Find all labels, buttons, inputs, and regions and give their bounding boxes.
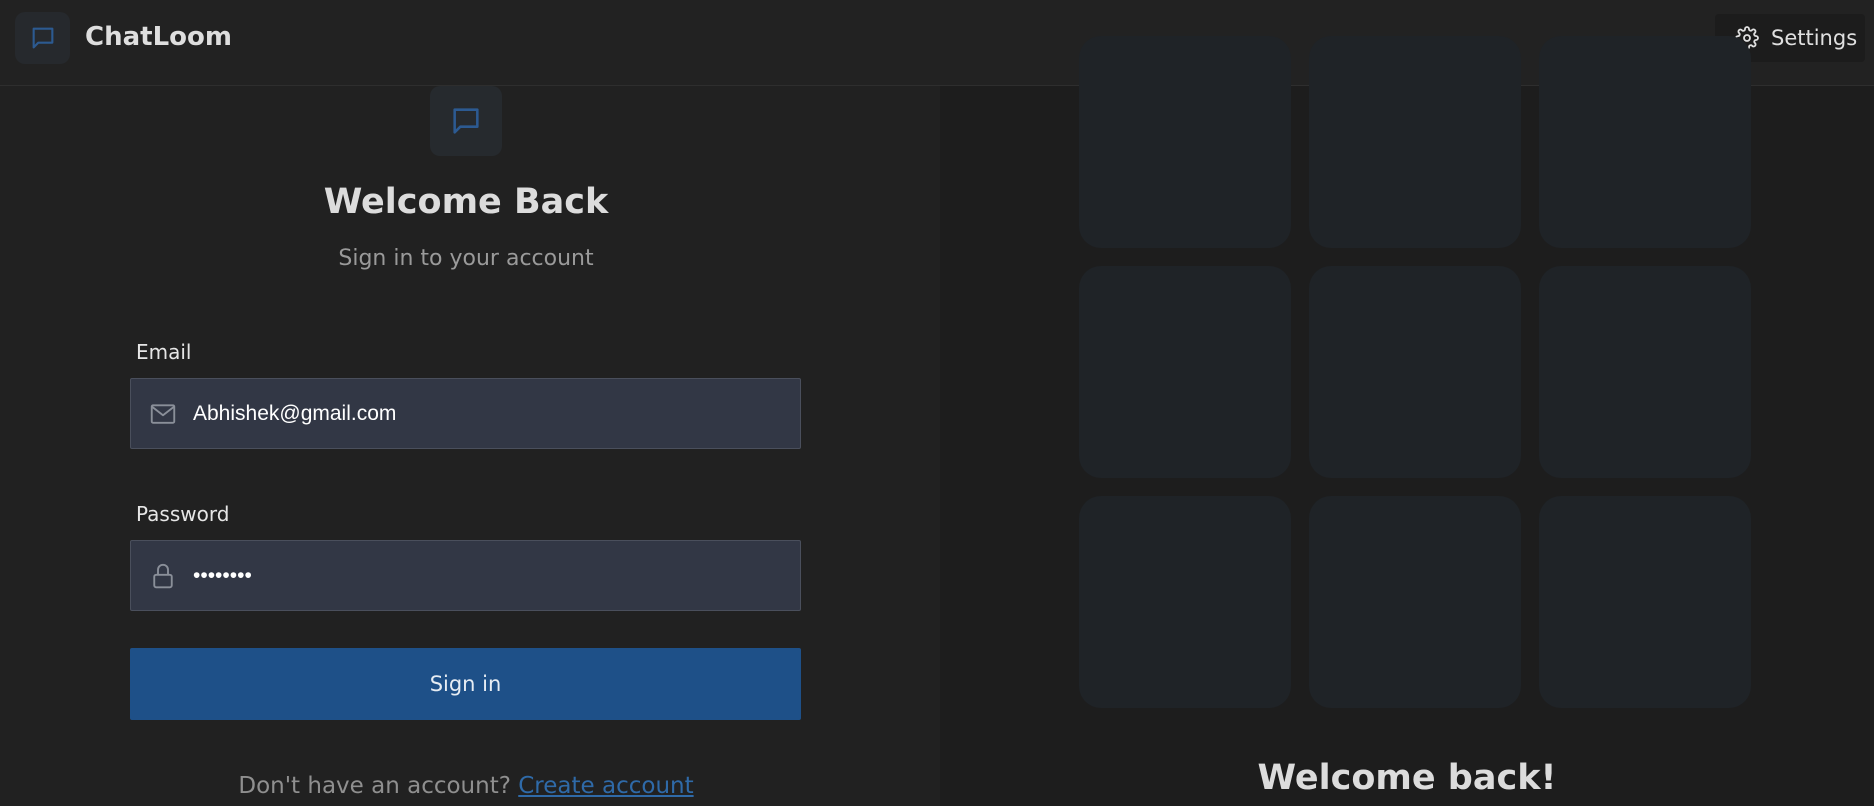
page-title: Welcome Back — [323, 182, 609, 222]
side-panel-heading: Welcome back! — [1257, 758, 1557, 798]
decor-tile — [1539, 496, 1751, 708]
create-account-link[interactable]: Create account — [518, 773, 693, 799]
decor-tile — [1309, 36, 1521, 248]
mail-icon — [148, 399, 178, 429]
signup-prompt: Don't have an account? Create account — [0, 773, 932, 799]
password-input[interactable] — [191, 562, 775, 589]
decor-tile — [1539, 266, 1751, 478]
decor-tile — [1079, 496, 1291, 708]
decor-tile — [1309, 496, 1521, 708]
hero-logo — [430, 86, 502, 156]
signup-prompt-text: Don't have an account? — [238, 773, 511, 799]
password-field[interactable] — [130, 540, 801, 611]
email-field[interactable] — [130, 378, 801, 449]
chat-bubble-icon — [449, 104, 483, 138]
brand-name[interactable]: ChatLoom — [85, 22, 232, 52]
chat-bubble-icon — [29, 24, 57, 52]
decor-tile — [1079, 36, 1291, 248]
settings-label: Settings — [1771, 26, 1858, 50]
page-subtitle: Sign in to your account — [338, 246, 594, 271]
sign-in-button[interactable]: Sign in — [130, 648, 801, 720]
decor-tile — [1079, 266, 1291, 478]
email-input[interactable] — [191, 400, 775, 427]
decor-tile — [1309, 266, 1521, 478]
password-label: Password — [136, 502, 230, 526]
lock-icon — [148, 561, 178, 591]
brand-logo[interactable] — [15, 12, 70, 64]
decor-tile — [1539, 36, 1751, 248]
email-label: Email — [136, 340, 192, 364]
